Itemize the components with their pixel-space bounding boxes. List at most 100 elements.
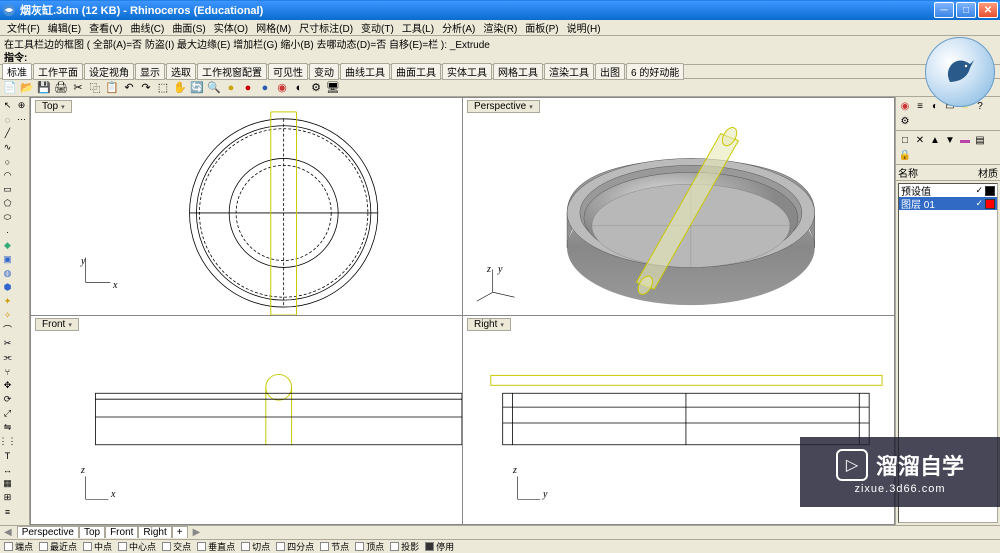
new-layer-icon[interactable]: □ bbox=[898, 133, 912, 147]
join-icon[interactable]: ⫘ bbox=[1, 351, 14, 364]
osnap-item[interactable]: 四分点 bbox=[276, 540, 314, 553]
layer-color-icon[interactable]: ▬ bbox=[958, 133, 972, 147]
osnap-item[interactable]: 交点 bbox=[162, 540, 191, 553]
osnap-item[interactable]: 中点 bbox=[83, 540, 112, 553]
cut-icon[interactable]: ✂ bbox=[70, 80, 86, 96]
toolbar-tab[interactable]: 选取 bbox=[166, 63, 196, 80]
split-icon[interactable]: ⑂ bbox=[1, 365, 14, 378]
solid-icon[interactable]: ◍ bbox=[1, 267, 14, 280]
menu-item[interactable]: 尺寸标注(D) bbox=[296, 20, 356, 35]
open-file-icon[interactable]: 📂 bbox=[19, 80, 35, 96]
options-icon[interactable]: ⚙ bbox=[308, 80, 324, 96]
viewport-tab[interactable]: Top bbox=[79, 526, 105, 538]
layer-yellow-icon[interactable]: ● bbox=[223, 80, 239, 96]
osnap-item[interactable]: 停用 bbox=[425, 540, 454, 553]
point-icon[interactable]: · bbox=[1, 225, 14, 238]
explode-icon[interactable]: ✧ bbox=[1, 309, 14, 322]
layer-red-icon[interactable]: ● bbox=[240, 80, 256, 96]
viewport-tab[interactable]: Right bbox=[138, 526, 171, 538]
more-icon[interactable]: ⋯ bbox=[15, 113, 28, 126]
layer-row[interactable]: 图层 01✓ bbox=[899, 197, 997, 210]
toolbar-tab[interactable]: 标准 bbox=[2, 63, 32, 80]
surface-icon[interactable]: ◆ bbox=[1, 239, 14, 252]
rebuild-icon[interactable]: ✦ bbox=[1, 295, 14, 308]
zoom-icon[interactable]: 🔍 bbox=[206, 80, 222, 96]
minimize-button[interactable]: ─ bbox=[934, 2, 954, 18]
menu-item[interactable]: 曲线(C) bbox=[127, 20, 167, 35]
print-icon[interactable]: 🖨 bbox=[53, 80, 69, 96]
osnap-item[interactable]: 最近点 bbox=[39, 540, 77, 553]
menu-item[interactable]: 查看(V) bbox=[86, 20, 125, 35]
menu-item[interactable]: 渲染(R) bbox=[480, 20, 520, 35]
osnap-item[interactable]: 顶点 bbox=[355, 540, 384, 553]
command-input[interactable] bbox=[31, 51, 996, 62]
mesh-icon[interactable]: ⬢ bbox=[1, 281, 14, 294]
rotate-icon[interactable]: ⟳ bbox=[1, 393, 14, 406]
move-icon[interactable]: ✥ bbox=[1, 379, 14, 392]
menu-item[interactable]: 编辑(E) bbox=[45, 20, 84, 35]
osnap-item[interactable]: 投影 bbox=[390, 540, 419, 553]
menu-item[interactable]: 曲面(S) bbox=[169, 20, 208, 35]
menu-item[interactable]: 面板(P) bbox=[522, 20, 561, 35]
maximize-button[interactable]: □ bbox=[956, 2, 976, 18]
toolbar-tab[interactable]: 显示 bbox=[135, 63, 165, 80]
viewport-right-label[interactable]: Right bbox=[467, 318, 511, 331]
viewport-tab[interactable]: Perspective bbox=[17, 526, 79, 538]
toolbar-tab[interactable]: 设定视角 bbox=[84, 63, 134, 80]
toolbar-tab[interactable]: 曲面工具 bbox=[391, 63, 441, 80]
fillet-icon[interactable]: ⌒ bbox=[1, 323, 14, 336]
hatch-icon[interactable]: ▦ bbox=[1, 477, 14, 490]
viewport-top-label[interactable]: Top bbox=[35, 100, 72, 113]
snap-icon[interactable]: ⊕ bbox=[15, 99, 28, 112]
pointer-icon[interactable]: ↖ bbox=[1, 99, 14, 112]
layer-up-icon[interactable]: ▲ bbox=[928, 133, 942, 147]
viewport-top[interactable]: Top y x bbox=[31, 98, 462, 315]
redo-icon[interactable]: ↷ bbox=[138, 80, 154, 96]
osnap-item[interactable]: 垂直点 bbox=[197, 540, 235, 553]
layer-icon[interactable]: ≡ bbox=[1, 505, 14, 518]
layer-filter-icon[interactable]: ▤ bbox=[973, 133, 987, 147]
paste-icon[interactable]: 📋 bbox=[104, 80, 120, 96]
delete-layer-icon[interactable]: ✕ bbox=[913, 133, 927, 147]
osnap-item[interactable]: 切点 bbox=[241, 540, 270, 553]
polygon-icon[interactable]: ⬠ bbox=[1, 197, 14, 210]
box-icon[interactable]: ▣ bbox=[1, 253, 14, 266]
trim-icon[interactable]: ✂ bbox=[1, 337, 14, 350]
viewport-front-label[interactable]: Front bbox=[35, 318, 79, 331]
toolbar-tab[interactable]: 实体工具 bbox=[442, 63, 492, 80]
toolbar-tab[interactable]: 6 的好动能 bbox=[626, 63, 684, 80]
undo-icon[interactable]: ↶ bbox=[121, 80, 137, 96]
menu-item[interactable]: 文件(F) bbox=[4, 20, 43, 35]
toolbar-tab[interactable]: 曲线工具 bbox=[340, 63, 390, 80]
menu-item[interactable]: 实体(O) bbox=[211, 20, 251, 35]
rotate-view-icon[interactable]: 🔄 bbox=[189, 80, 205, 96]
menu-item[interactable]: 变动(T) bbox=[358, 20, 397, 35]
menu-item[interactable]: 网格(M) bbox=[253, 20, 294, 35]
layer-down-icon[interactable]: ▼ bbox=[943, 133, 957, 147]
rectangle-icon[interactable]: ▭ bbox=[1, 183, 14, 196]
monitor-icon[interactable]: 🖥 bbox=[325, 80, 341, 96]
save-file-icon[interactable]: 💾 bbox=[36, 80, 52, 96]
pan-icon[interactable]: ✋ bbox=[172, 80, 188, 96]
new-file-icon[interactable]: 📄 bbox=[2, 80, 18, 96]
menu-item[interactable]: 分析(A) bbox=[439, 20, 478, 35]
toolbar-tab[interactable]: 可见性 bbox=[268, 63, 308, 80]
lasso-icon[interactable]: ◌ bbox=[1, 113, 14, 126]
viewport-front[interactable]: Front z x bbox=[31, 316, 462, 524]
shade-icon[interactable]: ◐ bbox=[291, 80, 307, 96]
properties-tab-icon[interactable]: ◉ bbox=[898, 99, 912, 113]
copy-icon[interactable]: ⿻ bbox=[87, 80, 103, 96]
mirror-icon[interactable]: ⇋ bbox=[1, 421, 14, 434]
toolbar-tab[interactable]: 网格工具 bbox=[493, 63, 543, 80]
viewport-perspective-label[interactable]: Perspective bbox=[467, 100, 540, 113]
arc-icon[interactable]: ◠ bbox=[1, 169, 14, 182]
render-icon[interactable]: ◉ bbox=[274, 80, 290, 96]
polyline-icon[interactable]: ╱ bbox=[1, 127, 14, 140]
curve-icon[interactable]: ∿ bbox=[1, 141, 14, 154]
toolbar-tab[interactable]: 渲染工具 bbox=[544, 63, 594, 80]
settings-tab-icon[interactable]: ⚙ bbox=[898, 114, 912, 128]
ellipse-icon[interactable]: ⬭ bbox=[1, 211, 14, 224]
toolbar-tab[interactable]: 工作平面 bbox=[33, 63, 83, 80]
layer-lock-icon[interactable]: 🔒 bbox=[898, 148, 912, 162]
viewport-tab[interactable]: + bbox=[172, 526, 188, 538]
